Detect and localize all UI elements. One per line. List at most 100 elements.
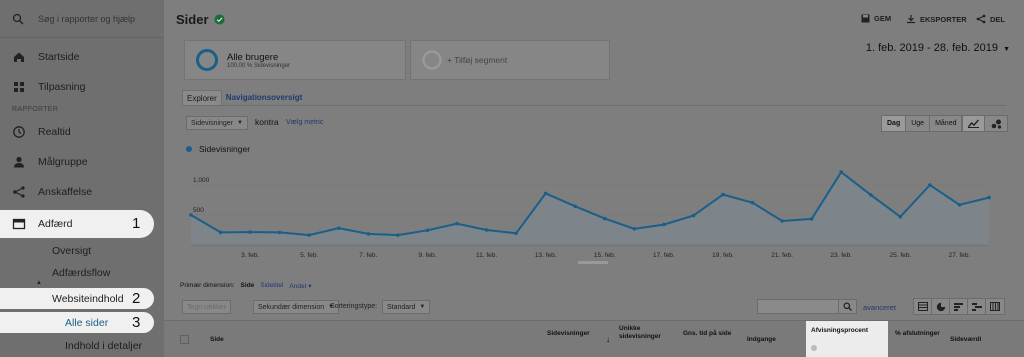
- x-tick-label: 17. feb.: [653, 252, 675, 259]
- column-header-unikke[interactable]: Unikke sidevisninger: [619, 325, 669, 341]
- sort-desc-icon: ↓: [606, 335, 610, 344]
- period-month[interactable]: Måned: [930, 116, 962, 131]
- export-button[interactable]: EKSPORTER: [906, 14, 967, 24]
- date-range-picker[interactable]: 1. feb. 2019 - 28. feb. 2019 ▼: [866, 42, 1010, 54]
- page-title-text: Sider: [176, 12, 209, 27]
- column-header-afvisningsprocent[interactable]: Afvisningsprocent: [806, 321, 888, 357]
- motion-chart-button[interactable]: [985, 116, 1007, 131]
- dropdown-arrow-icon: ▼: [237, 120, 243, 126]
- data-point[interactable]: [573, 204, 578, 209]
- save-icon: [861, 14, 870, 23]
- data-point[interactable]: [484, 228, 489, 232]
- data-point[interactable]: [543, 191, 548, 196]
- add-segment[interactable]: + Tilføj segment: [410, 40, 610, 80]
- save-button[interactable]: GEM: [861, 14, 891, 23]
- pageviews-chart: 1.5001.0005003. feb.5. feb.7. feb.9. feb…: [189, 155, 991, 264]
- advanced-filter-link[interactable]: avanceret: [863, 303, 896, 312]
- sidebar-item-label: Startside: [38, 51, 80, 63]
- data-point[interactable]: [662, 222, 666, 227]
- sort-type-select[interactable]: Standard ▼: [382, 300, 431, 314]
- sort-type-label: Sorteringstype:: [330, 303, 378, 310]
- select-all-checkbox[interactable]: [180, 335, 189, 344]
- share-label: DEL: [990, 14, 1005, 24]
- sidebar-item-label: Oversigt: [52, 245, 92, 257]
- data-point[interactable]: [691, 213, 696, 218]
- data-point[interactable]: [928, 183, 932, 187]
- period-week[interactable]: Uge: [906, 116, 931, 131]
- x-tick-label: 23. feb.: [830, 252, 852, 259]
- pie-icon: [936, 302, 945, 311]
- column-header-sidevisninger[interactable]: Sidevisninger: [547, 330, 602, 338]
- data-point[interactable]: [307, 233, 312, 237]
- dimension-page-title[interactable]: Sidetitel: [260, 282, 283, 290]
- column-header-sidevaerdi[interactable]: Sideværdi: [950, 336, 981, 344]
- bubble-chart-icon: [991, 119, 1001, 129]
- line-chart-icon: [968, 119, 979, 128]
- data-point[interactable]: [425, 228, 430, 233]
- share-button[interactable]: DEL: [976, 14, 1005, 24]
- x-tick-label: 9. feb.: [418, 252, 436, 259]
- data-point[interactable]: [277, 230, 282, 235]
- data-point[interactable]: [809, 217, 814, 221]
- metric-select[interactable]: Sidevisninger ▼: [186, 116, 248, 130]
- primary-dimension-row: Primær dimension: Side Sidetitel Andet ▾: [180, 282, 311, 290]
- data-point[interactable]: [248, 230, 252, 234]
- sort-type-value: Standard: [387, 303, 416, 311]
- sidebar-item-label: Anskaffelse: [38, 186, 93, 198]
- date-range-text: 1. feb. 2019 - 28. feb. 2019: [865, 42, 998, 54]
- data-point[interactable]: [721, 192, 725, 197]
- data-point[interactable]: [632, 227, 637, 231]
- sidebar-item-label: Indhold i detaljer: [65, 340, 143, 352]
- line-chart-button[interactable]: [963, 116, 985, 131]
- data-point[interactable]: [957, 203, 962, 207]
- view-pivot-button[interactable]: [986, 299, 1004, 314]
- view-pie-button[interactable]: [932, 299, 950, 314]
- dimension-page[interactable]: Side: [241, 282, 255, 290]
- data-point[interactable]: [218, 230, 223, 235]
- data-point[interactable]: [336, 226, 341, 230]
- view-table-button[interactable]: [914, 299, 932, 314]
- dimension-other[interactable]: Andet ▾: [289, 282, 311, 290]
- column-header-afslutninger[interactable]: % afslutninger: [895, 330, 940, 338]
- data-point[interactable]: [514, 231, 518, 236]
- verified-icon: [213, 14, 225, 25]
- column-header-side[interactable]: Side: [210, 336, 224, 344]
- chart-legend: Sidevisninger: [186, 144, 250, 154]
- data-point[interactable]: [189, 213, 193, 217]
- choose-metric-link[interactable]: Vælg metric: [286, 119, 323, 126]
- tab-divider: [182, 105, 1006, 106]
- view-performance-button[interactable]: [950, 299, 968, 314]
- table-search-input[interactable]: [757, 299, 839, 314]
- data-point[interactable]: [987, 195, 991, 200]
- column-header-gns-tid[interactable]: Gns. tid på side: [683, 330, 738, 338]
- data-point[interactable]: [396, 233, 400, 237]
- data-point[interactable]: [868, 193, 873, 197]
- view-comparison-button[interactable]: [968, 299, 986, 314]
- data-point[interactable]: [455, 221, 459, 226]
- table-search-button[interactable]: [839, 299, 857, 314]
- chart-type-toggle: [962, 115, 1008, 132]
- data-point[interactable]: [780, 219, 784, 223]
- chart-resize-handle[interactable]: [578, 261, 608, 264]
- tab-navigationsoversigt[interactable]: Navigationsoversigt: [222, 90, 306, 105]
- secondary-dimension-select[interactable]: Sekundær dimension ▼: [253, 300, 340, 314]
- x-tick-label: 19. feb.: [712, 252, 734, 259]
- sidebar-item-label: Adfærdsflow: [52, 267, 111, 279]
- x-tick-label: 11. feb.: [476, 252, 497, 259]
- column-header-indgange[interactable]: Indgange: [747, 336, 776, 344]
- period-day[interactable]: Dag: [882, 116, 907, 131]
- segment-all-users[interactable]: Alle brugere 100,00 % Sidevisninger: [184, 40, 406, 80]
- data-point[interactable]: [750, 200, 755, 205]
- tab-explorer[interactable]: Explorer: [182, 90, 222, 105]
- report-tabs: Explorer Navigationsoversigt: [182, 90, 306, 105]
- data-point[interactable]: [602, 216, 607, 221]
- data-point[interactable]: [366, 232, 371, 236]
- home-icon: [14, 52, 24, 62]
- dropdown-arrow-icon: ▼: [419, 304, 426, 310]
- plot-rows-button[interactable]: Tegn rækker: [182, 300, 231, 314]
- secondary-dimension-label: Sekundær dimension: [258, 303, 325, 311]
- data-point[interactable]: [839, 170, 844, 174]
- data-point[interactable]: [898, 215, 903, 219]
- comparison-icon: [971, 303, 982, 311]
- sidebar-search[interactable]: Søg i rapporter og hjælp: [0, 0, 164, 38]
